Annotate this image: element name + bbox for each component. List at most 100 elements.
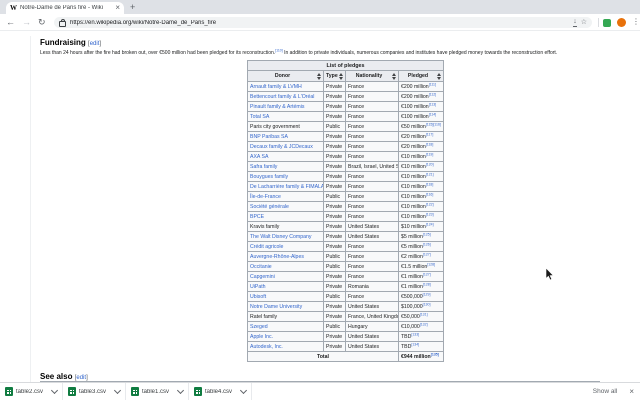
citation-link[interactable]: [127] <box>423 273 431 276</box>
citation-link[interactable]: [133] <box>411 333 419 336</box>
pledged-cell: €10 million[119] <box>397 151 445 162</box>
download-item[interactable]: table2.csv <box>0 383 63 400</box>
sort-arrows-icon[interactable] <box>437 72 442 80</box>
donor-link[interactable]: Bettencourt family & L'Oréal <box>250 94 314 100</box>
citation-link[interactable]: [122] <box>426 203 434 206</box>
citation-link[interactable]: [124] <box>426 223 434 226</box>
donor-link[interactable]: Crédit agricole <box>250 244 283 250</box>
back-icon[interactable]: ← <box>6 17 15 27</box>
donor-link[interactable]: Île-de-France <box>250 194 281 200</box>
chevron-down-icon[interactable] <box>239 386 248 395</box>
edit-link[interactable]: edit <box>76 375 86 381</box>
address-bar[interactable]: https://en.wikipedia.org/wiki/Notre-Dame… <box>54 17 592 28</box>
citation-link[interactable]: [131] <box>420 313 428 316</box>
profile-avatar[interactable] <box>617 17 626 27</box>
download-filename[interactable]: table2.csv <box>16 389 49 395</box>
column-header-nationality[interactable]: Nationality <box>345 70 399 82</box>
donor-link[interactable]: Arnault family & LVMH <box>250 84 302 90</box>
donor-link[interactable]: Total SA <box>250 114 269 120</box>
citation-link[interactable]: [110] <box>275 48 283 53</box>
download-item[interactable]: table4.csv <box>189 383 252 400</box>
column-header-donor[interactable]: Donor <box>247 70 324 82</box>
sort-arrows-icon[interactable] <box>392 72 396 80</box>
url-text[interactable]: https://en.wikipedia.org/wiki/Notre-Dame… <box>70 20 569 26</box>
chevron-down-icon[interactable] <box>50 386 59 395</box>
donor-link[interactable]: Notre Dame University <box>250 304 302 310</box>
download-item[interactable]: table1.csv <box>126 383 189 400</box>
chrome-menu-icon[interactable]: ⋮ <box>632 17 640 26</box>
citation-link[interactable]: [119] <box>426 153 434 156</box>
donor-link[interactable]: BNP Paribas SA <box>250 134 288 140</box>
pledged-cell: €500,000[129] <box>397 291 445 302</box>
download-item[interactable]: table3.csv <box>63 383 126 400</box>
table-caption: List of pledges <box>246 60 445 71</box>
citation-link[interactable]: [117] <box>426 133 434 136</box>
citation-link[interactable]: [115][116] <box>426 123 441 126</box>
citation-link[interactable]: [128] <box>423 283 431 286</box>
citation-link[interactable]: [129] <box>423 293 431 296</box>
download-filename[interactable]: table4.csv <box>205 389 238 395</box>
donor-link[interactable]: Société générale <box>250 204 289 210</box>
citation-link[interactable]: [112] <box>429 93 437 96</box>
download-icon[interactable]: ↓ <box>573 18 577 27</box>
show-all-downloads-button[interactable]: Show all <box>593 388 618 395</box>
close-downloads-bar-icon[interactable]: × <box>629 387 634 396</box>
citation-link[interactable]: [130] <box>423 303 431 306</box>
donor-link[interactable]: Auvergne-Rhône-Alpes <box>250 254 304 260</box>
citation-link[interactable]: [118] <box>426 183 434 186</box>
donor-link[interactable]: Decaux family & JCDecaux <box>250 144 313 150</box>
pledged-cell: €10 million[122] <box>397 201 445 212</box>
citation-link[interactable]: [135] <box>431 353 439 356</box>
browser-tab[interactable]: W Notre-Dame de Paris fire - Wiki × <box>6 2 124 14</box>
tab-close-icon[interactable]: × <box>115 4 120 12</box>
donor-link[interactable]: Ubisoft <box>250 294 266 300</box>
citation-link[interactable]: [121] <box>426 173 434 176</box>
pledged-cell: €200 million[111] <box>397 81 445 92</box>
download-filename[interactable]: table1.csv <box>142 389 175 395</box>
edit-section-link[interactable]: [edit] <box>88 41 101 47</box>
donor-link[interactable]: BPCE <box>250 214 264 220</box>
citation-link[interactable]: [125] <box>423 233 431 236</box>
sort-arrows-icon[interactable] <box>339 72 343 80</box>
reload-icon[interactable]: ↻ <box>38 17 46 27</box>
section-heading-see-also: See also [edit] <box>40 372 600 381</box>
donor-link[interactable]: De Lacharrière family & FIMALAC <box>250 184 323 190</box>
donor-link[interactable]: Safra family <box>250 164 277 170</box>
forward-icon[interactable]: → <box>22 17 31 27</box>
citation-link[interactable]: [123] <box>426 213 434 216</box>
donor-link[interactable]: The Walt Disney Company <box>250 234 312 240</box>
citation-link[interactable]: [113] <box>429 103 437 106</box>
donor-link[interactable]: Pinault family & Artémis <box>250 104 305 110</box>
bookmark-star-icon[interactable]: ☆ <box>581 19 587 27</box>
citation-link[interactable]: [126] <box>423 243 431 246</box>
donor-link[interactable]: Autodesk, Inc. <box>250 344 283 350</box>
donor-link[interactable]: Szeged <box>250 324 268 330</box>
donor-link[interactable]: Capgemini <box>250 274 275 280</box>
citation-link[interactable]: [114] <box>429 113 437 116</box>
edit-section-link[interactable]: [edit] <box>75 375 88 381</box>
chevron-down-icon[interactable] <box>113 386 122 395</box>
citation-link[interactable]: [111] <box>429 83 436 86</box>
citation-link[interactable]: [118] <box>426 143 434 146</box>
donor-link[interactable]: Bouygues family <box>250 174 288 180</box>
download-filename[interactable]: table3.csv <box>79 389 112 395</box>
citation-link[interactable]: [128] <box>427 263 435 266</box>
citation-link[interactable]: [132] <box>420 323 428 326</box>
type-cell: Public <box>323 191 346 202</box>
citation-link[interactable]: [127] <box>423 253 431 256</box>
donor-link[interactable]: Occitanie <box>250 264 272 270</box>
extension-icon[interactable] <box>603 18 611 27</box>
donor-link[interactable]: AXA SA <box>250 154 268 160</box>
donor-text: Paris city government <box>250 123 300 130</box>
column-header-pledged[interactable]: Pledged <box>397 70 445 82</box>
citation-link[interactable]: [134] <box>411 343 419 346</box>
new-tab-button[interactable]: + <box>130 2 135 13</box>
citation-link[interactable]: [120] <box>426 163 434 166</box>
column-header-type[interactable]: Type <box>323 70 346 82</box>
citation-link[interactable]: [116] <box>426 193 434 196</box>
chevron-down-icon[interactable] <box>176 386 185 395</box>
donor-link[interactable]: Apple Inc. <box>250 334 273 340</box>
donor-link[interactable]: UiPath <box>250 284 266 290</box>
sort-arrows-icon[interactable] <box>317 72 321 80</box>
edit-link[interactable]: edit <box>90 41 100 47</box>
